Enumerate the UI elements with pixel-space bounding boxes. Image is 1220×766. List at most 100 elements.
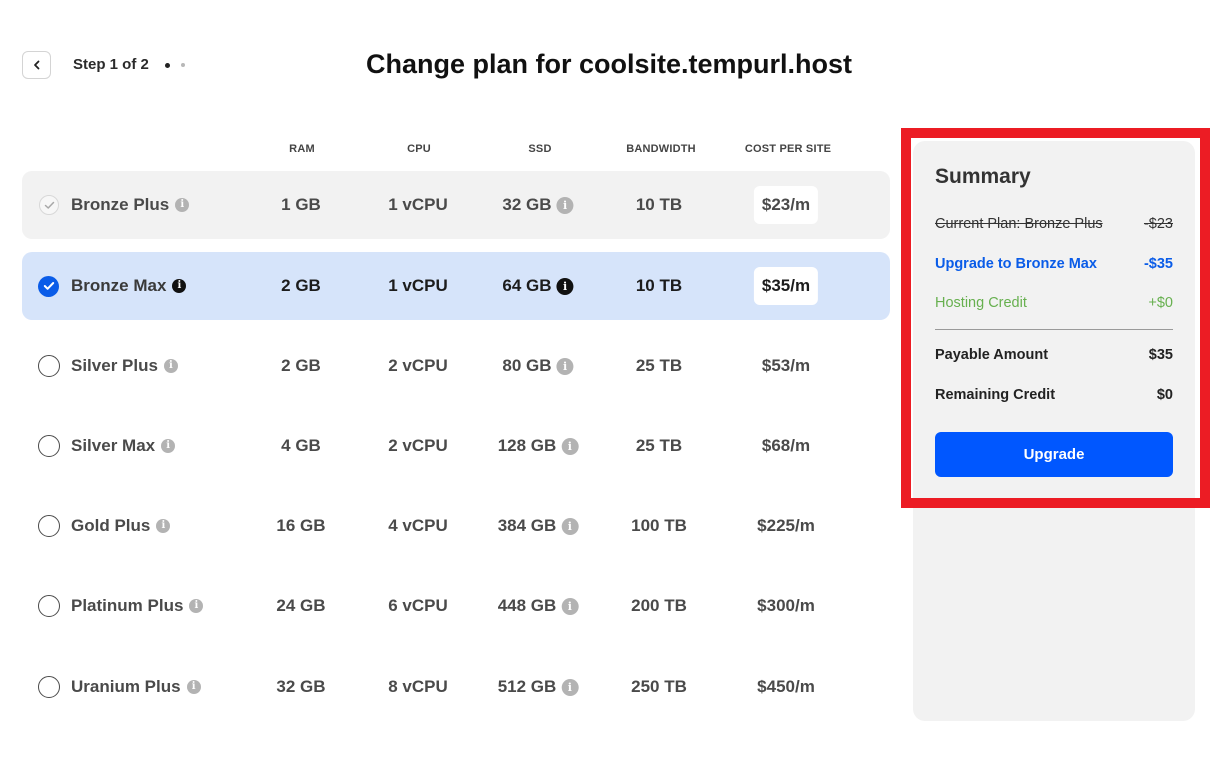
summary-current-plan-label: Current Plan: Bronze Plus bbox=[935, 216, 1103, 232]
summary-remaining-credit: Remaining Credit $0 bbox=[935, 387, 1173, 403]
plan-ssd: 32 GB i bbox=[502, 195, 574, 215]
info-icon[interactable]: i bbox=[156, 519, 171, 533]
plan-name-label: Gold Plus bbox=[71, 516, 151, 535]
summary-divider bbox=[935, 329, 1173, 330]
plan-ssd: 384 GB i bbox=[498, 516, 579, 536]
info-icon[interactable]: i bbox=[175, 198, 190, 212]
plan-cost: $35/m bbox=[753, 267, 819, 305]
summary-hosting-credit: Hosting Credit +$0 bbox=[935, 295, 1173, 311]
plan-row-bronze-plus[interactable]: Bronze Plus i 1 GB 1 vCPU 32 GB i 10 TB … bbox=[22, 171, 890, 239]
plan-cost: $450/m bbox=[757, 677, 815, 696]
plan-cpu: 1 vCPU bbox=[388, 276, 448, 295]
summary-current-plan: Current Plan: Bronze Plus -$23 bbox=[935, 216, 1173, 232]
plan-bandwidth: 100 TB bbox=[631, 516, 687, 535]
plan-ssd-value: 64 GB bbox=[502, 276, 552, 295]
check-icon bbox=[43, 282, 54, 290]
summary-payable-value: $35 bbox=[1148, 347, 1173, 363]
plan-cpu: 1 vCPU bbox=[388, 195, 448, 214]
plan-cost: $23/m bbox=[753, 186, 819, 224]
plan-cost: $225/m bbox=[757, 516, 815, 535]
plan-cost: $300/m bbox=[757, 596, 815, 615]
info-icon[interactable]: i bbox=[561, 597, 579, 615]
plan-ssd-value: 384 GB bbox=[497, 516, 557, 535]
summary-hosting-credit-label: Hosting Credit bbox=[935, 295, 1027, 311]
summary-payable-label: Payable Amount bbox=[935, 347, 1049, 363]
plan-bandwidth: 10 TB bbox=[635, 276, 683, 295]
plan-ssd: 448 GB i bbox=[498, 596, 579, 616]
plan-bandwidth: 200 TB bbox=[631, 596, 687, 615]
info-icon[interactable]: i bbox=[186, 680, 201, 694]
info-icon[interactable]: i bbox=[189, 599, 204, 613]
plan-cpu: 8 vCPU bbox=[388, 677, 448, 696]
summary-upgrade-label: Upgrade to Bronze Max bbox=[935, 256, 1097, 272]
plan-radio[interactable] bbox=[38, 676, 60, 698]
plan-name: Platinum Plus i bbox=[71, 596, 204, 616]
plan-ssd-value: 448 GB bbox=[497, 596, 557, 615]
plan-ssd-value: 80 GB bbox=[502, 356, 552, 375]
plan-cpu: 2 vCPU bbox=[388, 356, 448, 375]
plan-name-label: Silver Plus bbox=[71, 356, 158, 375]
upgrade-button[interactable]: Upgrade bbox=[935, 432, 1173, 477]
summary-payable-amount: Payable Amount $35 bbox=[935, 347, 1173, 363]
summary-current-plan-value: -$23 bbox=[1143, 216, 1173, 232]
plan-name-label: Bronze Max bbox=[71, 276, 167, 295]
plan-name: Bronze Max i bbox=[71, 276, 187, 296]
plan-radio[interactable] bbox=[38, 515, 60, 537]
plan-ram: 32 GB bbox=[276, 677, 326, 696]
plan-radio[interactable] bbox=[38, 355, 60, 377]
plan-row-gold-plus[interactable]: Gold Plus i 16 GB 4 vCPU 384 GB i 100 TB… bbox=[22, 492, 890, 560]
column-header-cpu: CPU bbox=[407, 143, 431, 155]
plan-ssd-value: 32 GB bbox=[502, 195, 552, 214]
info-icon[interactable]: i bbox=[163, 359, 178, 373]
plan-bandwidth: 25 TB bbox=[635, 356, 683, 375]
info-icon[interactable]: i bbox=[556, 277, 574, 295]
summary-upgrade-value: -$35 bbox=[1143, 256, 1173, 272]
info-icon[interactable]: i bbox=[561, 678, 579, 696]
plan-radio[interactable] bbox=[38, 595, 60, 617]
plan-name-label: Uranium Plus bbox=[71, 677, 181, 696]
summary-title: Summary bbox=[935, 165, 1031, 188]
info-icon[interactable]: i bbox=[556, 357, 574, 375]
summary-remaining-label: Remaining Credit bbox=[935, 387, 1056, 403]
info-icon[interactable]: i bbox=[172, 279, 187, 293]
plan-name: Silver Max i bbox=[71, 436, 176, 456]
info-icon[interactable]: i bbox=[561, 517, 579, 535]
column-header-cost: COST PER SITE bbox=[744, 143, 832, 155]
plan-cost: $68/m bbox=[761, 436, 811, 455]
plan-ssd: 80 GB i bbox=[502, 356, 574, 376]
plan-name: Gold Plus i bbox=[71, 516, 171, 536]
plan-name-label: Platinum Plus bbox=[71, 596, 184, 615]
column-header-ram: RAM bbox=[289, 143, 315, 155]
summary-hosting-credit-value: +$0 bbox=[1148, 295, 1173, 311]
check-icon bbox=[44, 201, 54, 209]
plan-ram: 16 GB bbox=[276, 516, 326, 535]
plan-radio-checked[interactable] bbox=[38, 275, 59, 297]
plan-row-platinum-plus[interactable]: Platinum Plus i 24 GB 6 vCPU 448 GB i 20… bbox=[22, 572, 890, 640]
plan-bandwidth: 250 TB bbox=[631, 677, 687, 696]
plan-ssd: 64 GB i bbox=[502, 276, 574, 296]
plan-cpu: 6 vCPU bbox=[388, 596, 448, 615]
plan-ram: 2 GB bbox=[281, 276, 321, 295]
plan-row-silver-max[interactable]: Silver Max i 4 GB 2 vCPU 128 GB i 25 TB … bbox=[22, 412, 890, 480]
summary-remaining-value: $0 bbox=[1156, 387, 1173, 403]
summary-upgrade: Upgrade to Bronze Max -$35 bbox=[935, 256, 1173, 272]
column-header-bandwidth: BANDWIDTH bbox=[626, 143, 696, 155]
plan-ssd: 512 GB i bbox=[498, 677, 579, 697]
page-title: Change plan for coolsite.tempurl.host bbox=[365, 49, 853, 79]
plan-row-silver-plus[interactable]: Silver Plus i 2 GB 2 vCPU 80 GB i 25 TB … bbox=[22, 332, 890, 400]
info-icon[interactable]: i bbox=[161, 439, 176, 453]
plan-ssd-value: 512 GB bbox=[497, 677, 557, 696]
plan-name-label: Bronze Plus bbox=[71, 195, 170, 214]
plan-bandwidth: 25 TB bbox=[635, 436, 683, 455]
info-icon[interactable]: i bbox=[556, 196, 574, 214]
plan-bandwidth: 10 TB bbox=[635, 195, 683, 214]
plan-ram: 4 GB bbox=[281, 436, 321, 455]
plan-cpu: 4 vCPU bbox=[388, 516, 448, 535]
plan-ssd: 128 GB i bbox=[498, 436, 579, 456]
table-column-headers: RAM CPU SSD BANDWIDTH COST PER SITE bbox=[22, 143, 890, 159]
plan-row-bronze-max[interactable]: Bronze Max i 2 GB 1 vCPU 64 GB i 10 TB $… bbox=[22, 252, 890, 320]
plan-radio[interactable] bbox=[38, 435, 60, 457]
change-plan-page: Step 1 of 2 Change plan for coolsite.tem… bbox=[0, 0, 1220, 766]
info-icon[interactable]: i bbox=[561, 437, 579, 455]
plan-row-uranium-plus[interactable]: Uranium Plus i 32 GB 8 vCPU 512 GB i 250… bbox=[22, 653, 890, 721]
